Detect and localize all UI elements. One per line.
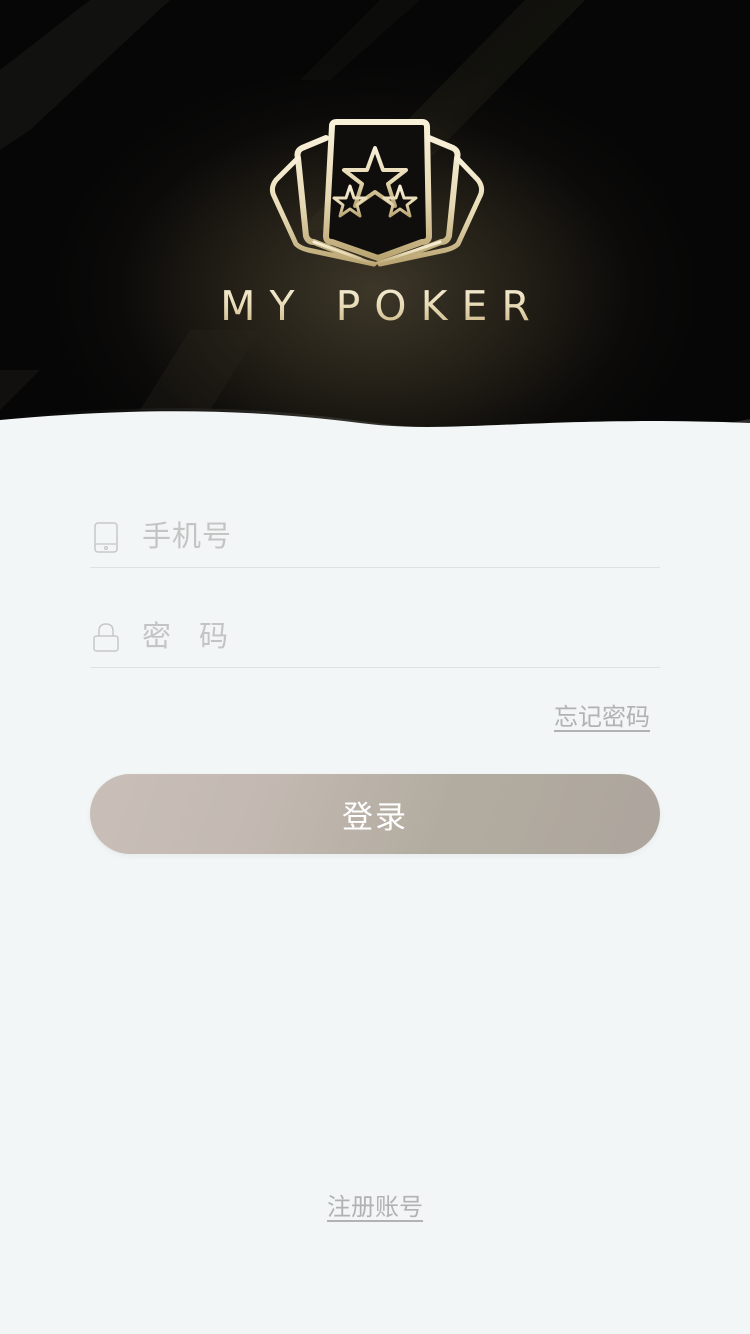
register-row: 注册账号	[0, 1187, 750, 1222]
header-banner: MY POKER	[0, 0, 750, 445]
login-page: MY POKER 忘记密码 登录 注册账号	[0, 0, 750, 1334]
phone-input[interactable]	[142, 516, 642, 556]
phone-icon	[94, 522, 118, 553]
phone-field-row	[90, 468, 660, 568]
forgot-password-link[interactable]: 忘记密码	[554, 697, 650, 732]
header-wave-divider	[0, 408, 750, 455]
poker-cards-star-logo	[269, 119, 485, 267]
brand-title: MY POKER	[0, 282, 750, 330]
password-field-row	[90, 568, 660, 668]
login-button[interactable]: 登录	[90, 774, 660, 854]
lock-icon	[93, 623, 119, 652]
password-input[interactable]	[142, 616, 642, 656]
register-link[interactable]: 注册账号	[327, 1193, 423, 1221]
